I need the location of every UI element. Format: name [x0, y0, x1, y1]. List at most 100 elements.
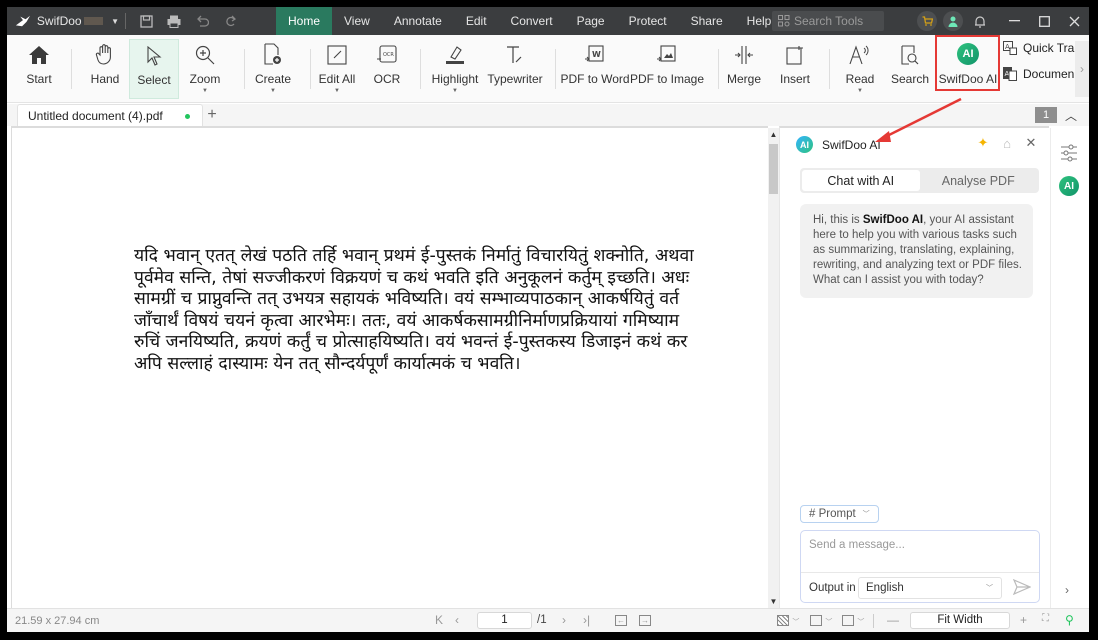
menu-annotate[interactable]: Annotate	[382, 7, 454, 35]
fullscreen-icon[interactable]: ⛶	[1042, 613, 1049, 624]
merge-button[interactable]: Merge	[724, 39, 764, 97]
chevron-down-icon: ▼	[111, 16, 119, 26]
zoom-button[interactable]: Zoom ▼	[185, 39, 225, 97]
maximize-button[interactable]	[1029, 7, 1059, 35]
right-side-rail: AI ›	[1050, 128, 1089, 608]
expand-rail-icon[interactable]: ›	[1065, 583, 1069, 597]
redo-icon[interactable]	[216, 7, 244, 35]
menu-page[interactable]: Page	[565, 7, 617, 35]
read-aloud-button[interactable]: Read ▼	[840, 39, 880, 97]
search-button[interactable]: Search	[890, 39, 930, 97]
output-language-value: English	[866, 582, 904, 594]
typewriter-button[interactable]: Typewriter	[487, 39, 543, 97]
menu-edit[interactable]: Edit	[454, 7, 499, 35]
scrollbar-thumb[interactable]	[769, 144, 778, 194]
search-label: Search	[890, 72, 930, 86]
pdf-viewer[interactable]: यदि भवान् एतत् लेखं पठति तर्हि भवान् प्र…	[11, 126, 768, 608]
menu-protect[interactable]: Protect	[617, 7, 679, 35]
document-translate-button[interactable]: A Documen	[1003, 67, 1074, 81]
output-language-label: Output in	[809, 582, 856, 594]
print-icon[interactable]	[160, 7, 188, 35]
edit-all-button[interactable]: Edit All ▼	[317, 39, 357, 97]
search-document-icon	[901, 45, 919, 65]
new-tab-button[interactable]: +	[205, 104, 219, 126]
hand-tool-button[interactable]: Hand	[85, 39, 125, 97]
page-background-icon[interactable]: ﹀	[777, 613, 799, 627]
message-composer: Output in English ﹀	[800, 530, 1040, 603]
output-language-select[interactable]: English ﹀	[858, 577, 1002, 599]
zoom-mode-select[interactable]: Fit Width	[910, 612, 1010, 629]
settings-sliders-icon[interactable]	[1060, 144, 1078, 162]
pin-icon[interactable]: ⚲	[1065, 613, 1074, 627]
create-label: Create	[254, 72, 292, 86]
document-tab-title: Untitled document (4).pdf	[28, 108, 163, 123]
start-button[interactable]: Start	[19, 39, 59, 97]
previous-view-icon[interactable]: ←	[615, 613, 627, 627]
typewriter-label: Typewriter	[487, 72, 543, 86]
create-button[interactable]: Create ▼	[253, 39, 293, 97]
previous-page-icon[interactable]: ‹	[455, 613, 459, 627]
app-menu-button[interactable]: SwifDoo ▼	[7, 7, 119, 35]
menu-home[interactable]: Home	[276, 7, 333, 35]
close-panel-icon[interactable]: ✕	[1019, 135, 1043, 151]
last-page-icon[interactable]: ›|	[583, 613, 590, 627]
pdf-to-word-button[interactable]: W PDF to Word	[560, 39, 630, 97]
document-tab[interactable]: Untitled document (4).pdf	[17, 104, 203, 126]
pdf-to-image-button[interactable]: PDF to Image	[630, 39, 704, 97]
clear-chat-broom-icon[interactable]: ⌂	[995, 136, 1019, 151]
ribbon-scroll-right-button[interactable]: ›	[1075, 41, 1089, 97]
prompt-dropdown[interactable]: # Prompt ﹀	[800, 505, 879, 523]
quick-translate-button[interactable]: A Quick Trar	[1003, 41, 1078, 55]
menu-share[interactable]: Share	[679, 7, 735, 35]
save-icon[interactable]	[132, 7, 160, 35]
insert-button[interactable]: Insert	[775, 39, 815, 97]
scroll-up-icon[interactable]: ▲	[768, 130, 779, 139]
tab-chat-with-ai[interactable]: Chat with AI	[802, 170, 920, 191]
new-file-icon	[264, 43, 281, 65]
hand-icon	[95, 44, 111, 65]
select-tool-button[interactable]: Select	[129, 39, 179, 99]
divider	[718, 49, 719, 89]
collapse-ribbon-icon[interactable]: ︿	[1065, 107, 1077, 124]
first-page-icon[interactable]: K	[435, 613, 443, 627]
menu-convert[interactable]: Convert	[499, 7, 565, 35]
document-text[interactable]: यदि भवान् एतत् लेखं पठति तर्हि भवान् प्र…	[134, 246, 768, 375]
undo-icon[interactable]	[188, 7, 216, 35]
page-layout-icon[interactable]: ﹀	[810, 613, 832, 627]
ocr-label: OCR	[373, 72, 401, 86]
page-number-input[interactable]: 1	[477, 612, 532, 629]
pdf-to-image-icon	[657, 45, 676, 62]
page-display-icon[interactable]: ﹀	[842, 613, 864, 627]
greeting-brand: SwifDoo AI	[862, 214, 924, 226]
notification-bell-icon[interactable]	[969, 7, 991, 35]
zoom-out-icon[interactable]: —	[887, 613, 899, 627]
highlight-button[interactable]: Highlight ▼	[430, 39, 480, 97]
typewriter-icon	[507, 46, 522, 63]
swifdoo-window: SwifDoo ▼ Home View Annotate Edit Conver…	[7, 7, 1089, 632]
menu-view[interactable]: View	[332, 7, 382, 35]
page-count-badge: 1	[1035, 107, 1057, 123]
vertical-scrollbar[interactable]: ▲ ▼	[768, 128, 779, 608]
insert-page-icon	[786, 46, 803, 65]
ocr-button[interactable]: OCR OCR	[367, 39, 407, 97]
minimize-button[interactable]	[999, 7, 1029, 35]
page-size: 21.59 x 27.94 cm	[15, 615, 100, 627]
merge-label: Merge	[726, 72, 761, 86]
next-view-icon[interactable]: →	[639, 613, 651, 627]
document-translate-label: Documen	[1023, 67, 1075, 81]
sparkle-icon[interactable]: ✦	[971, 135, 995, 151]
search-tools-input[interactable]: Search Tools	[772, 11, 884, 31]
tab-analyse-pdf[interactable]: Analyse PDF	[920, 170, 1038, 191]
highlight-label: Highlight	[431, 72, 479, 86]
swifdoo-ai-panel: AI SwifDoo AI ✦ ⌂ ✕ Chat with AI Analyse…	[779, 126, 1049, 608]
message-input[interactable]	[809, 539, 1029, 551]
document-translate-icon: A	[1003, 67, 1017, 81]
next-page-icon[interactable]: ›	[562, 613, 566, 627]
ai-rail-button[interactable]: AI	[1059, 176, 1079, 196]
cart-icon[interactable]	[917, 11, 937, 31]
close-window-button[interactable]	[1059, 7, 1089, 35]
zoom-in-icon[interactable]: +	[1020, 613, 1027, 627]
send-icon[interactable]	[1013, 579, 1031, 595]
scroll-down-icon[interactable]: ▼	[768, 597, 779, 606]
user-avatar-icon[interactable]	[943, 11, 963, 31]
